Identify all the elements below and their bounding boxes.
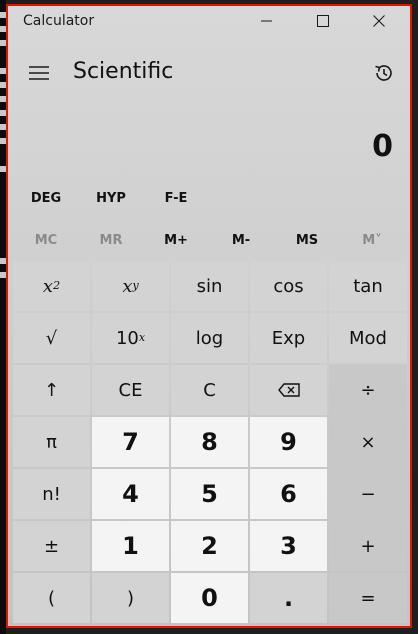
x-power-y-base: x <box>122 275 133 297</box>
digit-1-button[interactable]: 1 <box>92 521 169 571</box>
tan-button[interactable]: tan <box>329 261 407 311</box>
memory-store-button[interactable]: MS <box>274 225 340 255</box>
history-button[interactable] <box>366 55 402 91</box>
memory-subtract-button[interactable]: M- <box>208 225 274 255</box>
log-button[interactable]: log <box>171 313 248 363</box>
ten-power-x-button[interactable]: 10 x <box>92 313 169 363</box>
backspace-icon <box>277 383 300 397</box>
digit-9-button[interactable]: 9 <box>250 417 327 467</box>
minus-button[interactable]: − <box>329 469 407 519</box>
x-squared-button[interactable]: x2 <box>13 261 90 311</box>
memory-bar: MC MR M+ M- MS M˅ <box>7 225 411 255</box>
ten-power-x-base: 10 <box>115 327 139 349</box>
minimize-button[interactable] <box>244 5 290 37</box>
maximize-button[interactable] <box>300 5 346 37</box>
fe-button[interactable]: F-E <box>143 183 209 213</box>
result-display: 0 <box>372 129 393 164</box>
clear-entry-button[interactable]: CE <box>92 365 169 415</box>
hyp-button[interactable]: HYP <box>78 183 144 213</box>
calculator-window: Calculator Scientific 0 DEG HYP F-E MC M… <box>6 4 412 628</box>
digit-3-button[interactable]: 3 <box>250 521 327 571</box>
exp-button[interactable]: Exp <box>250 313 327 363</box>
shift-button[interactable]: ↑ <box>13 365 90 415</box>
deg-button[interactable]: DEG <box>13 183 79 213</box>
decimal-button[interactable]: . <box>250 573 327 623</box>
angle-mode-bar: DEG HYP F-E <box>7 183 411 213</box>
memory-list-button[interactable]: M˅ <box>339 225 405 255</box>
left-paren-button[interactable]: ( <box>13 573 90 623</box>
plus-button[interactable]: + <box>329 521 407 571</box>
digit-2-button[interactable]: 2 <box>171 521 248 571</box>
digit-4-button[interactable]: 4 <box>92 469 169 519</box>
navigation-menu-button[interactable] <box>23 57 55 89</box>
maximize-icon <box>317 15 329 27</box>
x-power-y-button[interactable]: xy <box>92 261 169 311</box>
window-title: Calculator <box>23 13 95 29</box>
digit-0-button[interactable]: 0 <box>171 573 248 623</box>
divide-button[interactable]: ÷ <box>329 365 407 415</box>
close-button[interactable] <box>356 5 402 37</box>
clear-button[interactable]: C <box>171 365 248 415</box>
title-bar[interactable]: Calculator <box>7 5 411 37</box>
digit-6-button[interactable]: 6 <box>250 469 327 519</box>
mod-button[interactable]: Mod <box>329 313 407 363</box>
square-root-button[interactable]: √ <box>13 313 90 363</box>
sin-button[interactable]: sin <box>171 261 248 311</box>
digit-5-button[interactable]: 5 <box>171 469 248 519</box>
close-icon <box>373 15 385 27</box>
memory-add-button[interactable]: M+ <box>143 225 209 255</box>
x-squared-base: x <box>42 275 54 297</box>
negate-button[interactable]: ± <box>13 521 90 571</box>
memory-recall-button[interactable]: MR <box>78 225 144 255</box>
digit-8-button[interactable]: 8 <box>171 417 248 467</box>
backspace-button[interactable] <box>250 365 327 415</box>
memory-clear-button[interactable]: MC <box>13 225 79 255</box>
multiply-button[interactable]: × <box>329 417 407 467</box>
equals-button[interactable]: = <box>329 573 407 623</box>
pi-button[interactable]: π <box>13 417 90 467</box>
right-paren-button[interactable]: ) <box>92 573 169 623</box>
hamburger-menu-icon <box>29 66 49 80</box>
app-header: Scientific <box>7 45 411 101</box>
keypad: x2 xy sin cos tan √ 10 x log Exp Mod ↑ CE… <box>13 261 407 623</box>
minimize-icon <box>261 20 272 22</box>
history-icon <box>375 65 392 81</box>
factorial-button[interactable]: n! <box>13 469 90 519</box>
digit-7-button[interactable]: 7 <box>92 417 169 467</box>
cos-button[interactable]: cos <box>250 261 327 311</box>
mode-title: Scientific <box>73 59 174 84</box>
